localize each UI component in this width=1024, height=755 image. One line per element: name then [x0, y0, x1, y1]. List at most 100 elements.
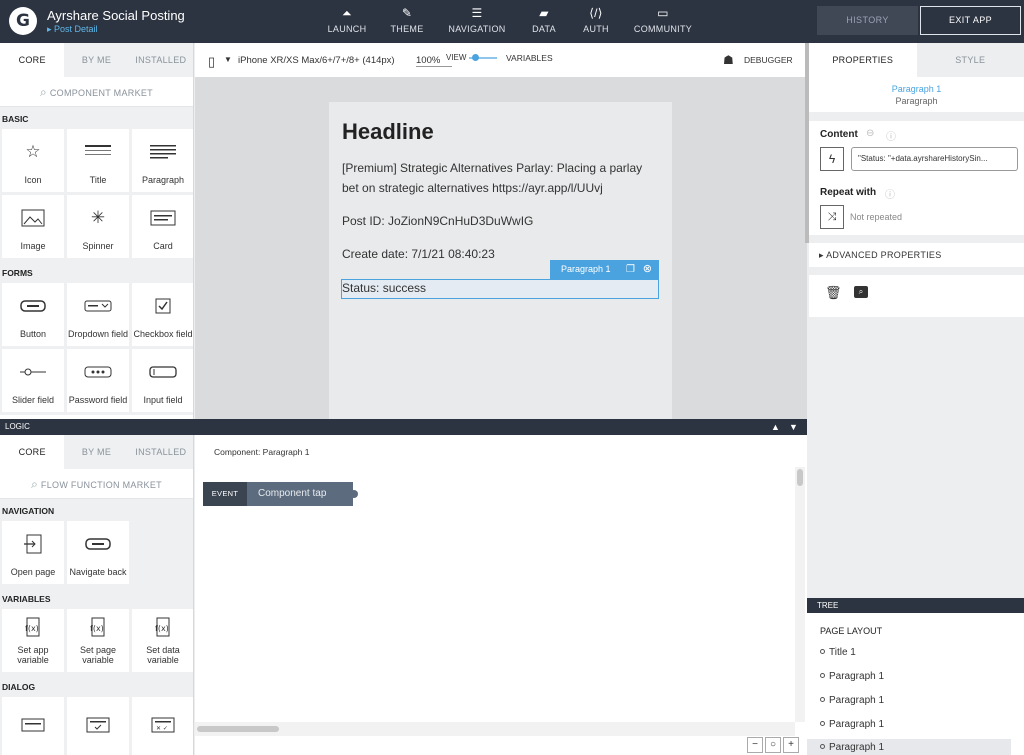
close-icon[interactable]: ⊗	[643, 260, 652, 279]
tile-dialog-confirm[interactable]	[67, 697, 129, 755]
advanced-properties-label: ADVANCED PROPERTIES	[826, 250, 942, 260]
search-component-icon[interactable]: ⌕	[854, 286, 868, 298]
repeat-icon[interactable]: ⤨	[820, 205, 844, 229]
device-dropdown-caret-icon[interactable]: ▼	[224, 55, 232, 64]
tree-item[interactable]: Paragraph 1	[820, 695, 1024, 706]
tile-button[interactable]: Button	[2, 283, 64, 346]
tree-item[interactable]: Paragraph 1	[820, 671, 1024, 682]
page-headline[interactable]: Headline	[342, 119, 434, 145]
variable-functions: f(x) Set app variable f(x) Set page variab…	[0, 609, 193, 675]
breadcrumb[interactable]: ▸ Post Detail	[47, 24, 98, 35]
exit-app-button[interactable]: EXIT APP	[920, 6, 1021, 35]
bug-icon[interactable]: ☗	[723, 53, 734, 67]
collapse-up-icon[interactable]: ▲	[771, 419, 780, 435]
tree-item[interactable]: Paragraph 1	[820, 719, 1024, 730]
tile-label: Input field	[143, 395, 183, 405]
scroll-thumb[interactable]	[797, 469, 803, 486]
logic-horizontal-scrollbar[interactable]	[195, 722, 795, 736]
navigation-list-icon: ☰	[471, 6, 483, 20]
logic-vertical-scrollbar[interactable]	[795, 467, 805, 722]
event-node[interactable]: EVENT Component tap	[203, 482, 358, 506]
input-icon	[132, 349, 193, 395]
section-basic: BASIC	[0, 107, 193, 129]
tile-label: Open page	[10, 567, 56, 577]
design-canvas: Headline [Premium] Strategic Alternative…	[195, 77, 807, 419]
tile-dialog-prompt[interactable]: ✕ ✓	[132, 697, 193, 755]
logic-tab-installed[interactable]: INSTALLED	[128, 435, 193, 469]
repeat-value[interactable]: Not repeated	[850, 212, 902, 222]
tile-set-app-variable[interactable]: f(x) Set app variable	[2, 609, 64, 672]
tile-checkbox[interactable]: Checkbox field	[132, 283, 193, 346]
component-market-link[interactable]: ⌕ COMPONENT MARKET	[0, 77, 193, 107]
selected-component-name[interactable]: Paragraph 1	[809, 83, 1024, 95]
nav-navigation[interactable]: ☰ NAVIGATION	[447, 5, 507, 34]
tile-label: Password field	[68, 395, 128, 405]
info-icon[interactable]: ⓘ	[885, 186, 895, 201]
tile-set-data-variable[interactable]: f(x) Set data variable	[132, 609, 193, 672]
flow-function-market-link[interactable]: ⌕ FLOW FUNCTION MARKET	[0, 469, 193, 499]
tab-style[interactable]: STYLE	[916, 43, 1024, 77]
tile-label: Navigate back	[69, 567, 127, 577]
tile-dropdown[interactable]: Dropdown field	[67, 283, 129, 346]
svg-text:f(x): f(x)	[90, 624, 104, 633]
tile-image[interactable]: Image	[2, 195, 64, 258]
tab-installed[interactable]: INSTALLED	[128, 43, 193, 77]
nav-community[interactable]: ▭ COMMUNITY	[633, 5, 693, 34]
nav-auth[interactable]: ⟨/⟩ AUTH	[566, 5, 626, 34]
info-icon[interactable]: ⓘ	[886, 128, 896, 143]
tree-item[interactable]: Title 1	[820, 647, 1024, 658]
tab-by-me[interactable]: BY ME	[64, 43, 129, 77]
open-page-icon	[2, 521, 64, 567]
logic-tab-by-me[interactable]: BY ME	[64, 435, 129, 469]
nav-theme[interactable]: ✎ THEME	[377, 5, 437, 34]
tile-dialog-alert[interactable]	[2, 697, 64, 755]
zoom-reset-button[interactable]: ○	[765, 737, 781, 753]
tile-navigate-back[interactable]: Navigate back	[67, 521, 129, 584]
tree-item-selected[interactable]: Paragraph 1	[807, 739, 1011, 755]
nav-data[interactable]: ▰ DATA	[514, 5, 574, 34]
tile-title[interactable]: Title	[67, 129, 129, 192]
zoom-in-button[interactable]: +	[783, 737, 799, 753]
link-icon[interactable]: ⊖	[866, 128, 874, 139]
tile-spinner[interactable]: ✳ Spinner	[67, 195, 129, 258]
tree-item-label: Paragraph 1	[829, 695, 885, 706]
paragraph-post-id[interactable]: Post ID: JoZionN9CnHuD3DuWwIG	[342, 211, 662, 231]
zoom-out-button[interactable]: −	[747, 737, 763, 753]
tile-open-page[interactable]: Open page	[2, 521, 64, 584]
tile-set-page-variable[interactable]: f(x) Set page variable	[67, 609, 129, 672]
tile-slider[interactable]: Slider field	[2, 349, 64, 412]
app-logo-icon[interactable]: G	[9, 7, 37, 35]
paragraph-premium[interactable]: [Premium] Strategic Alternatives Parlay:…	[342, 158, 662, 198]
tile-password[interactable]: Password field	[67, 349, 129, 412]
logic-tab-core[interactable]: CORE	[0, 435, 65, 469]
tab-properties[interactable]: PROPERTIES	[809, 43, 917, 77]
password-icon	[67, 349, 129, 395]
scroll-thumb[interactable]	[197, 726, 279, 732]
advanced-properties-toggle[interactable]: ▸ ADVANCED PROPERTIES	[809, 243, 1024, 267]
history-button[interactable]: HISTORY	[817, 6, 918, 35]
launch-icon: ⏶	[342, 6, 352, 20]
alert-dialog-icon	[2, 697, 64, 753]
trash-icon[interactable]: 🗑	[825, 285, 842, 301]
content-formula-field[interactable]: "Status: "+data.ayrshareHistorySin...	[851, 147, 1018, 171]
paragraph-status[interactable]: Status: success	[342, 278, 662, 298]
nav-launch[interactable]: ⏶ LAUNCH	[317, 5, 377, 34]
tile-card[interactable]: Card	[132, 195, 193, 258]
formula-lightning-icon[interactable]: ϟ	[820, 147, 844, 171]
view-variables-toggle[interactable]	[469, 54, 497, 61]
section-dialog: DIALOG	[0, 675, 193, 697]
tile-paragraph[interactable]: Paragraph	[132, 129, 193, 192]
tree-item-label: Paragraph 1	[829, 719, 885, 730]
duplicate-icon[interactable]: ❐	[626, 260, 635, 279]
event-output-port[interactable]	[350, 490, 358, 498]
tab-core[interactable]: CORE	[0, 43, 65, 77]
tile-icon[interactable]: ☆ Icon	[2, 129, 64, 192]
selected-component-type: Paragraph	[895, 96, 938, 106]
svg-text:f(x): f(x)	[25, 624, 39, 633]
tile-input[interactable]: Input field	[132, 349, 193, 412]
expand-down-icon[interactable]: ▼	[789, 419, 798, 435]
tree-root-page-layout[interactable]: PAGE LAYOUT	[820, 626, 1024, 636]
tile-label: Spinner	[82, 241, 114, 251]
device-selector[interactable]: iPhone XR/XS Max/6+/7+/8+ (414px)	[238, 55, 395, 66]
debugger-button[interactable]: DEBUGGER	[744, 55, 793, 65]
